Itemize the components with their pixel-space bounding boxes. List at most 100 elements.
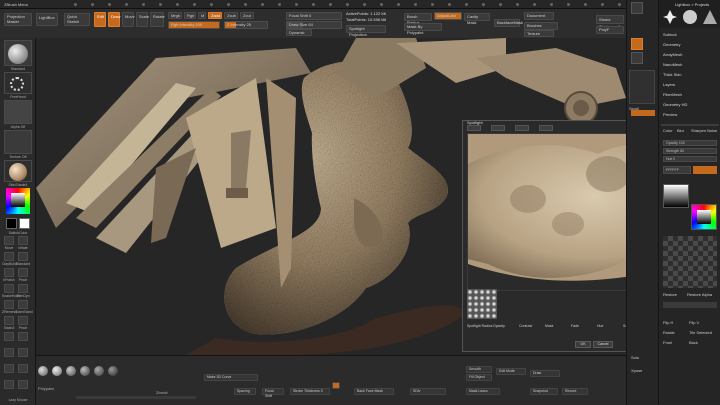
adjust-last-slider[interactable]: AdjustLast	[434, 12, 462, 20]
zcut-button[interactable]: Zcut	[240, 12, 254, 19]
palette-item-geometry-hd[interactable]: Geometry HD	[663, 100, 719, 109]
palette-bottom-slider-1[interactable]	[663, 302, 717, 308]
scene-thumbnail[interactable]	[629, 70, 655, 104]
scale-button[interactable]: Scale	[136, 12, 149, 27]
mrgb-button[interactable]: Mrgb	[168, 12, 182, 19]
palette-header-label[interactable]: Lightbox > Projects	[675, 2, 709, 7]
shelf-bottom-label-1[interactable]: Solo	[631, 355, 659, 360]
star-icon[interactable]	[663, 10, 677, 24]
brush-extra1-icon[interactable]	[4, 332, 14, 341]
texture-color-square[interactable]	[663, 184, 689, 208]
shelf-button-2[interactable]	[631, 38, 643, 50]
zadd-button[interactable]: Zadd	[208, 12, 222, 19]
mask-lasso-field[interactable]: Mask Lasso	[466, 388, 500, 395]
stroke-thumbnail[interactable]	[4, 72, 32, 94]
palette-item-subtool[interactable]: Subtool	[663, 30, 719, 39]
color-picker-square[interactable]	[11, 193, 25, 207]
z-intensity-slider[interactable]: Z Intensity 25	[224, 21, 268, 29]
secondary-color-swatch[interactable]	[6, 218, 17, 229]
shelf-button-3[interactable]	[631, 52, 643, 64]
brush-extra8-icon[interactable]	[18, 380, 28, 389]
brush-pinch-icon[interactable]	[18, 268, 28, 277]
alpha-thumbnail[interactable]	[4, 100, 32, 124]
material-basic-icon[interactable]	[80, 366, 90, 376]
brush-extra6-icon[interactable]	[18, 364, 28, 373]
backface-mask-button[interactable]: BackfaceMask	[494, 19, 523, 27]
move-button[interactable]: Move	[122, 12, 135, 27]
flip-h-button[interactable]: Flip H	[663, 320, 673, 325]
lightbox-button[interactable]: LightBox	[36, 13, 58, 26]
palette-tab-sharpen[interactable]: Sharpen	[691, 128, 706, 133]
color-picker[interactable]	[6, 188, 30, 214]
brush-extra3-icon[interactable]	[4, 348, 14, 357]
snapshot-button[interactable]: Snapshot	[530, 388, 558, 395]
rotate-texture-button[interactable]: Rotate	[663, 330, 675, 335]
back-button[interactable]: Back	[689, 340, 698, 345]
lazy-mouse-label[interactable]: Lazy Mouse	[2, 398, 34, 402]
brush-move-icon[interactable]	[4, 236, 14, 245]
sdiv-field[interactable]: SDiv	[410, 388, 446, 395]
draw-field[interactable]: Draw	[530, 370, 560, 377]
rgb-intensity-slider[interactable]: Rgb Intensity 100	[168, 21, 220, 29]
main-color-swatch[interactable]	[19, 218, 30, 229]
palette-item-nanomesh[interactable]: NanoMesh	[663, 60, 719, 69]
record-button[interactable]: Record	[562, 388, 588, 395]
mask-by-polypaint-button[interactable]: Mask By Polypaint	[404, 23, 442, 35]
spotlight-projection-button[interactable]: Spotlight Projection	[346, 25, 386, 37]
brush-zremesh-icon[interactable]	[4, 300, 14, 309]
polyframe-button[interactable]: PolyF	[596, 26, 624, 34]
brush-standard-icon[interactable]	[18, 252, 28, 261]
texture-button[interactable]: Texture	[524, 30, 554, 37]
menu-title[interactable]: ZBrush Menu	[4, 2, 28, 7]
fill-object-button[interactable]: Fill Object	[466, 374, 492, 381]
stroke-thickness-field[interactable]: Stroke Thickness 0	[290, 388, 330, 395]
palette-tab-noise[interactable]: Noise	[707, 128, 717, 133]
restore-alpha-button[interactable]: Restore Alpha	[687, 292, 712, 297]
shelf-bottom-label-2[interactable]: Xpose	[631, 368, 659, 373]
shelf-orange-bar[interactable]	[631, 110, 655, 116]
texture-thumbnail[interactable]	[4, 130, 32, 154]
zsub-button[interactable]: Zsub	[224, 12, 238, 19]
rgb-button[interactable]: Rgb	[184, 12, 196, 19]
edit-button[interactable]: Edit	[94, 12, 106, 27]
spotlight-slot-3[interactable]: Contrast	[519, 323, 545, 329]
brush-snakehook-icon[interactable]	[4, 284, 14, 293]
palette-item-thick-skin[interactable]: Thick Skin	[663, 70, 719, 79]
brush-pinch2-icon[interactable]	[18, 316, 28, 325]
texture-hue-wheel[interactable]	[691, 204, 717, 230]
brush-radius-button[interactable]: Brush Radius	[404, 13, 432, 25]
brush-hpolish-icon[interactable]	[4, 268, 14, 277]
brush-extra4-icon[interactable]	[18, 348, 28, 357]
spotlight-ok-button[interactable]: OK	[575, 341, 591, 348]
focal-shift-field[interactable]: Focal Shift	[262, 388, 284, 398]
switch-color-button[interactable]: SwitchColor	[2, 231, 34, 235]
m-button[interactable]: M	[198, 12, 206, 19]
palette-tab-blur[interactable]: Blur	[677, 128, 684, 133]
tile-selected-button[interactable]: Tile Selected	[689, 330, 712, 335]
material-thumbnail[interactable]	[4, 160, 32, 182]
palette-item-fibermesh[interactable]: FiberMesh	[663, 90, 719, 99]
opacity-slider[interactable]: Opacity 100	[663, 140, 717, 146]
brush-claybuild-icon[interactable]	[4, 252, 14, 261]
cavity-mask-button[interactable]: Cavity Mask	[464, 13, 490, 25]
palette-item-layers[interactable]: Layers	[663, 80, 719, 89]
brush-slash3-icon[interactable]	[4, 316, 14, 325]
rotate-button[interactable]: Rotate	[150, 12, 165, 27]
material-metal-icon[interactable]	[52, 366, 62, 376]
material-chrome-icon[interactable]	[108, 366, 118, 376]
color-apply-button[interactable]	[693, 166, 717, 174]
spotlight-tab-load[interactable]	[515, 125, 529, 131]
material-skin-icon[interactable]	[38, 366, 48, 376]
hue-slider[interactable]: Hue 0	[663, 156, 717, 162]
backface-mask-field[interactable]: Back Face Mask	[354, 388, 394, 395]
focal-shift-slider[interactable]: Focal Shift 0	[286, 12, 342, 20]
brush-tool-icon[interactable]	[683, 10, 697, 24]
quick-sketch-button[interactable]: Quick Sketch	[64, 13, 90, 26]
palette-tab-color[interactable]: Color	[663, 128, 673, 133]
palette-item-arraymesh[interactable]: ArrayMesh	[663, 50, 719, 59]
spotlight-tab-add[interactable]	[467, 125, 481, 131]
brush-inflate-icon[interactable]	[18, 236, 28, 245]
palette-item-preview[interactable]: Preview	[663, 110, 719, 119]
mesh-tool-icon[interactable]	[703, 10, 717, 24]
texture-preview[interactable]	[663, 236, 717, 288]
